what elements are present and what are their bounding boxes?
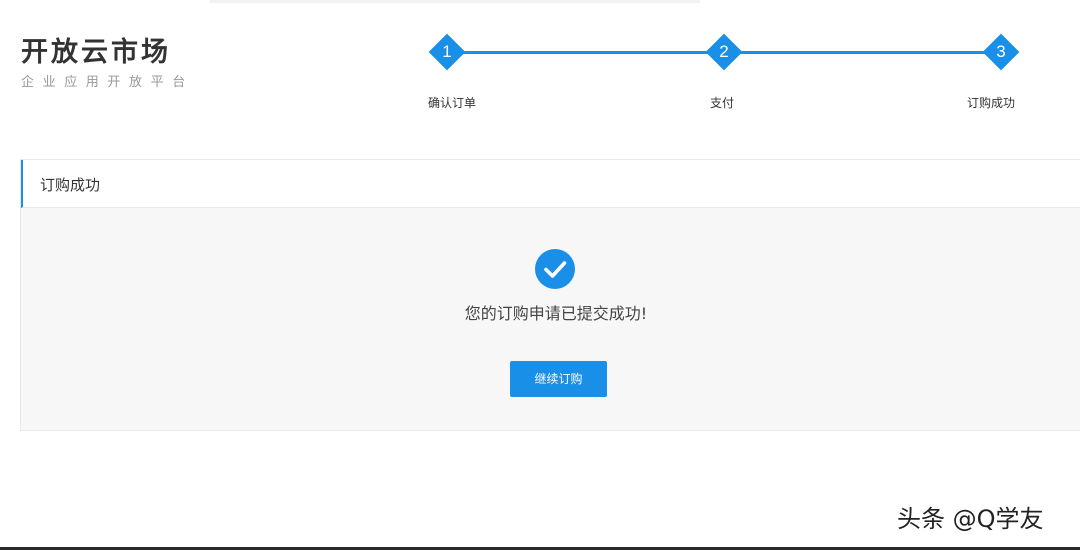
panel-title: 订购成功 [40,176,101,194]
step-2-number: 2 [719,42,729,61]
order-progress-steps: 1 确认订单 2 支付 3 订购成功 [0,0,1080,130]
step-3-number: 3 [996,42,1006,61]
step-connector-1-2 [450,51,722,54]
check-circle-icon [535,249,575,289]
order-success-panel: 订购成功 您的订购申请已提交成功! 继续订购 [20,159,1080,431]
panel-header: 订购成功 [21,160,1080,208]
success-message: 您的订购申请已提交成功! [464,304,648,323]
step-connector-2-3 [726,51,998,54]
step-1-label: 确认订单 [428,96,477,110]
step-3-label: 订购成功 [967,96,1016,110]
continue-ordering-button[interactable]: 继续订购 [510,361,607,397]
watermark: 头条 @Q学友 [897,505,1044,533]
step-2-label: 支付 [710,96,735,110]
step-1-number: 1 [442,42,452,61]
